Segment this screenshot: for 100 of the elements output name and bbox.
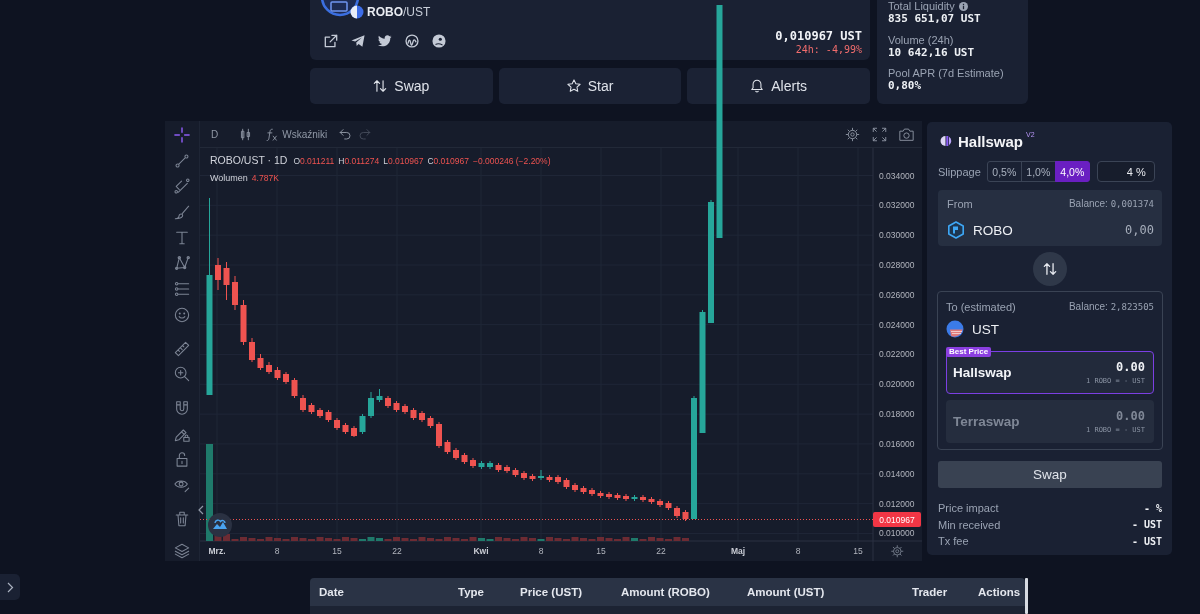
- detail-label: Min received: [938, 518, 1001, 531]
- stat-value: 0,80%: [888, 79, 923, 93]
- slippage-option[interactable]: 1,0%: [1020, 161, 1056, 182]
- indicators-button[interactable]: Wskaźniki: [265, 127, 328, 141]
- stat-label: Volume (24h): [888, 33, 954, 46]
- price-tick-label: 0.016000: [879, 438, 915, 449]
- token-logo-icon: [320, 0, 366, 20]
- function-icon: [265, 127, 279, 141]
- sidebar-toggle-button[interactable]: [0, 574, 20, 600]
- price-tick-label: 0.012000: [879, 498, 915, 509]
- time-axis-label: 8: [538, 546, 544, 556]
- slippage-option[interactable]: 0,5%: [986, 161, 1022, 182]
- time-axis-label: 8: [795, 546, 801, 556]
- column-header: Amount (UST): [747, 586, 826, 598]
- text-tool-icon[interactable]: [174, 229, 190, 246]
- price-change: 24h: -4,99%: [795, 44, 862, 56]
- price-tick-label: 0.022000: [879, 349, 915, 360]
- bird-icon[interactable]: [378, 34, 392, 48]
- column-header: Actions: [978, 586, 1021, 598]
- route-name: Terraswap: [953, 414, 1020, 429]
- token-name: UST: [972, 321, 999, 337]
- time-axis-label: Kwi: [473, 546, 489, 556]
- chevron-left-icon[interactable]: [198, 505, 204, 515]
- ohlc-value: H0.011274: [338, 155, 380, 167]
- paper-plane-icon[interactable]: [351, 34, 365, 48]
- diagonal-lines-icon[interactable]: [174, 178, 190, 195]
- round-token-icon: [946, 320, 964, 338]
- trend-line-icon[interactable]: [174, 152, 190, 169]
- ohlc-value: L0.010967: [383, 155, 424, 167]
- swap-submit-button[interactable]: Swap: [938, 461, 1162, 488]
- bell-icon: [750, 79, 765, 93]
- up-down-arrows-icon: [373, 79, 388, 93]
- legend-title: ROBO/UST · 1D: [210, 154, 288, 166]
- zoom-in-icon[interactable]: [174, 366, 190, 383]
- layers-icon[interactable]: [174, 542, 190, 559]
- fullscreen-icon[interactable]: [872, 126, 887, 142]
- detail-value: - UST: [1131, 535, 1162, 547]
- price-tick-label: 0.034000: [879, 170, 915, 181]
- slippage-option[interactable]: 4,0%: [1054, 161, 1090, 182]
- trash-icon[interactable]: [174, 510, 190, 527]
- pair-name: ROBO/UST: [367, 5, 431, 19]
- ruler-icon[interactable]: [174, 340, 190, 357]
- smiley-icon[interactable]: [174, 306, 190, 323]
- magnet-icon[interactable]: [174, 399, 190, 416]
- brush-icon[interactable]: [174, 204, 190, 221]
- scrollbar-thumb[interactable]: [1025, 578, 1028, 614]
- token-name: ROBO: [973, 222, 1013, 238]
- parallel-lines-icon[interactable]: [174, 281, 190, 298]
- price-tick-label: 0.020000: [879, 379, 915, 390]
- price-tick-label: 0.028000: [879, 260, 915, 270]
- unlock-icon[interactable]: [174, 451, 190, 468]
- wave-circle-icon[interactable]: [405, 34, 419, 48]
- stat-label: Pool APR (7d Estimate): [888, 67, 1004, 79]
- candlestick-icon[interactable]: [239, 127, 253, 141]
- info-icon[interactable]: [958, 1, 968, 11]
- price-tick-label: 0.010000: [879, 528, 915, 539]
- undo-icon[interactable]: [339, 127, 353, 141]
- swap-direction-button[interactable]: [1033, 252, 1067, 286]
- price-tick-label: 0.026000: [879, 289, 915, 300]
- crosshair-icon[interactable]: [174, 127, 190, 143]
- column-header: Trader: [912, 586, 949, 598]
- hexagon-token-icon: [947, 221, 965, 239]
- price-tick-label: 0.030000: [879, 230, 915, 241]
- price-tick-label: 0.024000: [879, 319, 915, 330]
- column-header: Date: [319, 586, 345, 598]
- from-label: From: [947, 197, 973, 210]
- to-label: To (estimated): [946, 300, 1016, 313]
- amount-input[interactable]: 0,00: [1094, 222, 1154, 238]
- axis-settings-icon[interactable]: [890, 544, 904, 558]
- swap-button[interactable]: Swap: [310, 68, 493, 104]
- camera-icon[interactable]: [899, 126, 914, 142]
- settings-icon[interactable]: [845, 126, 860, 142]
- balance-text: Balance: 0,001374: [1068, 198, 1154, 209]
- route-amount: 0.00: [1116, 359, 1145, 374]
- round-logo-icon[interactable]: [432, 34, 446, 48]
- stat-label: Total Liquidity: [888, 0, 955, 12]
- slippage-input[interactable]: 4 %: [1096, 161, 1155, 182]
- balance-text: Balance: 2,823505: [1068, 301, 1154, 312]
- price-value: 0,010967 UST: [775, 29, 862, 43]
- time-axis-label: Maj: [730, 546, 746, 556]
- interval-button[interactable]: D: [211, 128, 219, 140]
- column-header: Type: [458, 586, 485, 598]
- zigzag-pattern-icon[interactable]: [174, 255, 190, 272]
- alerts-button[interactable]: Alerts: [687, 68, 870, 104]
- stat-value: 835 651,07 UST: [888, 12, 982, 26]
- detail-label: Price impact: [938, 502, 999, 515]
- slippage-label: Slippage: [938, 165, 981, 178]
- best-price-badge: Best Price: [946, 347, 992, 357]
- time-axis-label: 15: [596, 546, 606, 556]
- time-axis-label: 15: [332, 546, 342, 556]
- volume-value: 4.787K: [251, 172, 279, 184]
- up-down-arrows-icon: [1043, 262, 1057, 276]
- legend-change: −0.000246 (−2.20%): [473, 155, 551, 167]
- time-axis-label: 22: [392, 546, 402, 556]
- star-button[interactable]: Star: [498, 68, 682, 104]
- time-axis-label: 15: [853, 546, 863, 556]
- mountain-logo-icon[interactable]: [208, 513, 232, 537]
- detail-value: - %: [1143, 502, 1162, 514]
- external-link-icon[interactable]: [324, 34, 338, 48]
- volume-label: Wolumen: [210, 172, 248, 184]
